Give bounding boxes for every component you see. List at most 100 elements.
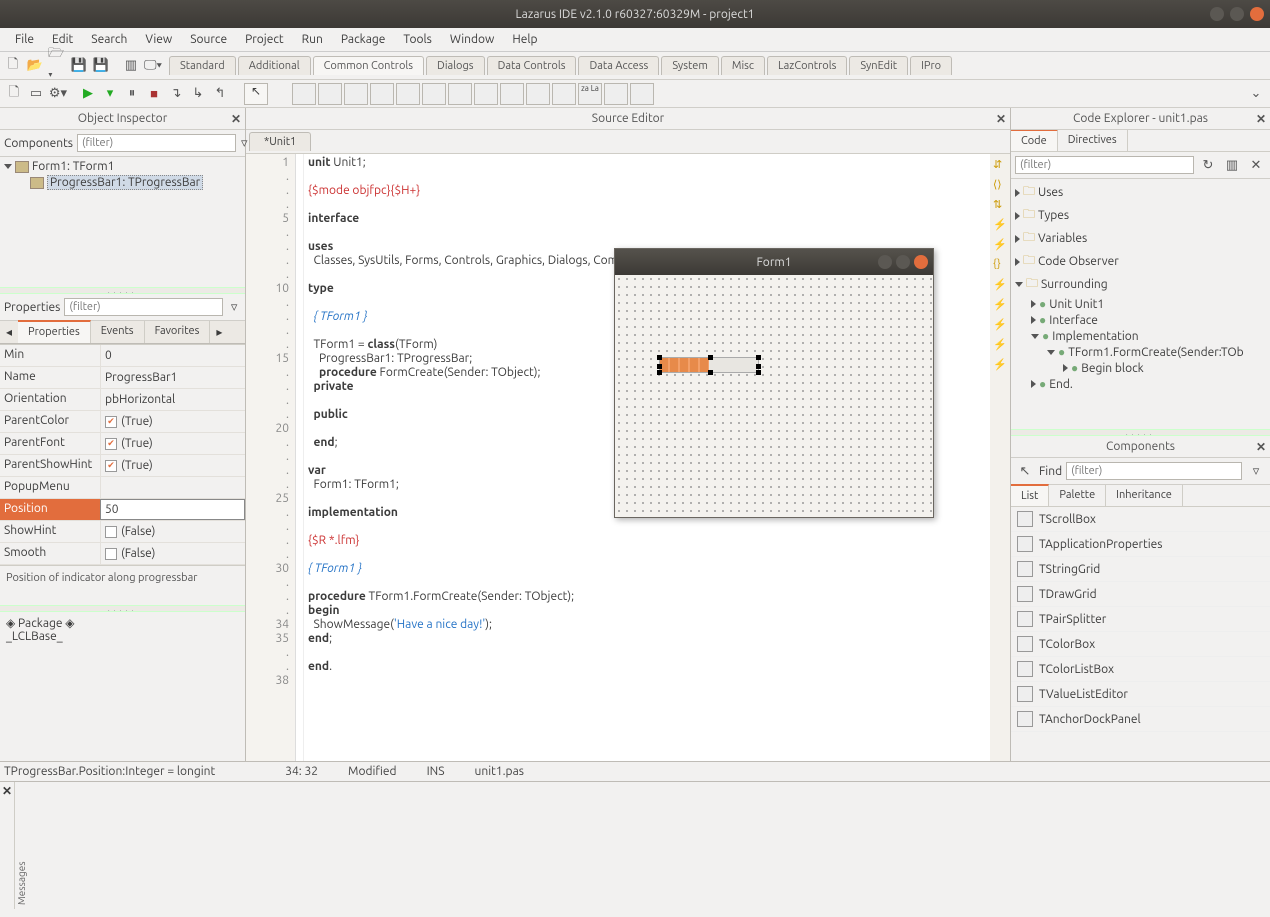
component-list-item[interactable]: TValueListEditor	[1011, 682, 1270, 707]
options-icon[interactable]: ⚙▾	[48, 84, 68, 104]
build-mode-icon[interactable]: 🖵▾	[143, 56, 163, 76]
maximize-icon[interactable]	[1230, 7, 1244, 21]
tab-data-access[interactable]: Data Access	[578, 56, 659, 75]
section-icon[interactable]: ⟨⟩	[993, 178, 1007, 192]
tab-inheritance[interactable]: Inheritance	[1106, 485, 1183, 506]
menu-file[interactable]: File	[6, 30, 43, 49]
tab-directives[interactable]: Directives	[1058, 130, 1128, 151]
menu-run[interactable]: Run	[293, 30, 332, 49]
close-panel-icon[interactable]: ✕	[1256, 112, 1266, 126]
menu-window[interactable]: Window	[441, 30, 503, 49]
close-panel-icon[interactable]: ✕	[231, 112, 241, 126]
menu-search[interactable]: Search	[82, 30, 136, 49]
new-form-icon[interactable]: ▥	[121, 56, 141, 76]
tab-favorites[interactable]: Favorites	[145, 321, 211, 343]
component-list-item[interactable]: TAnchorDockPanel	[1011, 707, 1270, 732]
tree-item[interactable]: 🗀 Uses	[1015, 181, 1266, 204]
tree-item[interactable]: ● Begin block	[1015, 360, 1266, 376]
properties-filter-input[interactable]	[64, 298, 223, 316]
tree-item[interactable]: 🗀 Variables	[1015, 227, 1266, 250]
property-row[interactable]: ParentShowHint✔ (True)	[0, 455, 245, 477]
property-row[interactable]: ParentColor✔ (True)	[0, 411, 245, 433]
tab-synedit[interactable]: SynEdit	[849, 56, 908, 75]
tree-item[interactable]: ● TForm1.FormCreate(Sender:TOb	[1015, 344, 1266, 360]
tree-item[interactable]: ● Implementation	[1015, 328, 1266, 344]
tree-item[interactable]: ● End.	[1015, 376, 1266, 392]
code-explorer-filter-input[interactable]	[1015, 156, 1194, 174]
components-find-input[interactable]	[1066, 462, 1242, 480]
splitter[interactable]: ·····	[1011, 429, 1270, 436]
clear-filter-icon[interactable]: ✕	[1246, 155, 1266, 175]
component-list-item[interactable]: TDrawGrid	[1011, 582, 1270, 607]
property-row[interactable]: Position50	[0, 499, 245, 521]
menu-help[interactable]: Help	[503, 30, 546, 49]
property-grid[interactable]: Min0NameProgressBar1OrientationpbHorizon…	[0, 344, 245, 565]
palette-component-icon[interactable]	[292, 83, 316, 105]
new-unit-icon[interactable]: 🗋	[4, 84, 24, 104]
tree-item[interactable]: 🗀 Types	[1015, 204, 1266, 227]
tree-item-selected[interactable]: ProgressBar1: TProgressBar	[47, 175, 203, 190]
palette-component-icon[interactable]	[422, 83, 446, 105]
bolt-icon[interactable]: ⚡	[993, 238, 1007, 252]
palette-component-icon[interactable]: za La	[578, 83, 602, 105]
tab-palette[interactable]: Palette	[1049, 485, 1106, 506]
close-panel-icon[interactable]: ✕	[996, 112, 1006, 126]
jump-icon[interactable]: ⇵	[993, 158, 1007, 172]
source-tab[interactable]: *Unit1	[249, 132, 311, 151]
tab-events[interactable]: Events	[91, 321, 145, 343]
step-into-icon[interactable]: ↳	[188, 84, 208, 104]
step-out-icon[interactable]: ↰	[210, 84, 230, 104]
tab-properties[interactable]: Properties	[18, 320, 91, 343]
property-row[interactable]: ShowHint (False)	[0, 521, 245, 543]
sort-icon[interactable]: ⇅	[993, 198, 1007, 212]
tab-lazcontrols[interactable]: LazControls	[767, 56, 847, 75]
tree-item[interactable]: 🗀 Surrounding	[1015, 273, 1266, 296]
tab-common-controls[interactable]: Common Controls	[313, 56, 424, 75]
tab-list[interactable]: List	[1011, 484, 1049, 506]
step-over-icon[interactable]: ↴	[166, 84, 186, 104]
tab-scroll-right[interactable]: ▸	[210, 321, 228, 343]
component-tree[interactable]: Form1: TForm1 ProgressBar1: TProgressBar	[0, 157, 245, 287]
property-row[interactable]: Smooth (False)	[0, 543, 245, 565]
components-filter-input[interactable]	[77, 134, 236, 152]
minimize-icon[interactable]	[878, 255, 892, 269]
palette-expand-icon[interactable]: ⌄	[1246, 84, 1266, 104]
property-row[interactable]: Min0	[0, 345, 245, 367]
palette-component-icon[interactable]	[448, 83, 472, 105]
stop-icon[interactable]: ■	[144, 84, 164, 104]
menu-project[interactable]: Project	[236, 30, 293, 49]
component-list-item[interactable]: TApplicationProperties	[1011, 532, 1270, 557]
save-all-icon[interactable]: 💾	[91, 56, 111, 76]
menu-view[interactable]: View	[136, 30, 181, 49]
braces-icon[interactable]: {}	[993, 258, 1007, 272]
tab-additional[interactable]: Additional	[238, 56, 311, 75]
new-form2-icon[interactable]: ▭	[26, 84, 46, 104]
tab-scroll-left[interactable]: ◂	[0, 321, 18, 343]
bolt-icon[interactable]: ⚡	[993, 218, 1007, 232]
property-row[interactable]: ParentFont✔ (True)	[0, 433, 245, 455]
maximize-icon[interactable]	[896, 255, 910, 269]
run-icon[interactable]: ▶	[78, 84, 98, 104]
new-file-icon[interactable]: 🗋	[3, 56, 23, 76]
pointer-tool-icon[interactable]: ↖	[1015, 461, 1035, 481]
tab-standard[interactable]: Standard	[169, 56, 236, 75]
component-list-item[interactable]: TScrollBox	[1011, 507, 1270, 532]
component-list-item[interactable]: TStringGrid	[1011, 557, 1270, 582]
splitter[interactable]: ·····	[0, 287, 245, 294]
menu-package[interactable]: Package	[332, 30, 395, 49]
open-file-icon[interactable]: 📂	[25, 56, 45, 76]
component-list-item[interactable]: TPairSplitter	[1011, 607, 1270, 632]
property-row[interactable]: NameProgressBar1	[0, 367, 245, 389]
designer-surface[interactable]	[615, 275, 933, 517]
tree-item[interactable]: ● Interface	[1015, 312, 1266, 328]
close-icon[interactable]	[1250, 7, 1264, 21]
component-list-item[interactable]: TColorListBox	[1011, 657, 1270, 682]
splitter[interactable]: ·····	[0, 605, 245, 612]
save-icon[interactable]: 💾	[69, 56, 89, 76]
tab-system[interactable]: System	[661, 56, 719, 75]
tab-code[interactable]: Code	[1011, 129, 1058, 151]
palette-component-icon[interactable]	[604, 83, 628, 105]
menu-source[interactable]: Source	[181, 30, 236, 49]
pause-icon[interactable]: ⏸	[122, 84, 142, 104]
tab-data-controls[interactable]: Data Controls	[487, 56, 577, 75]
